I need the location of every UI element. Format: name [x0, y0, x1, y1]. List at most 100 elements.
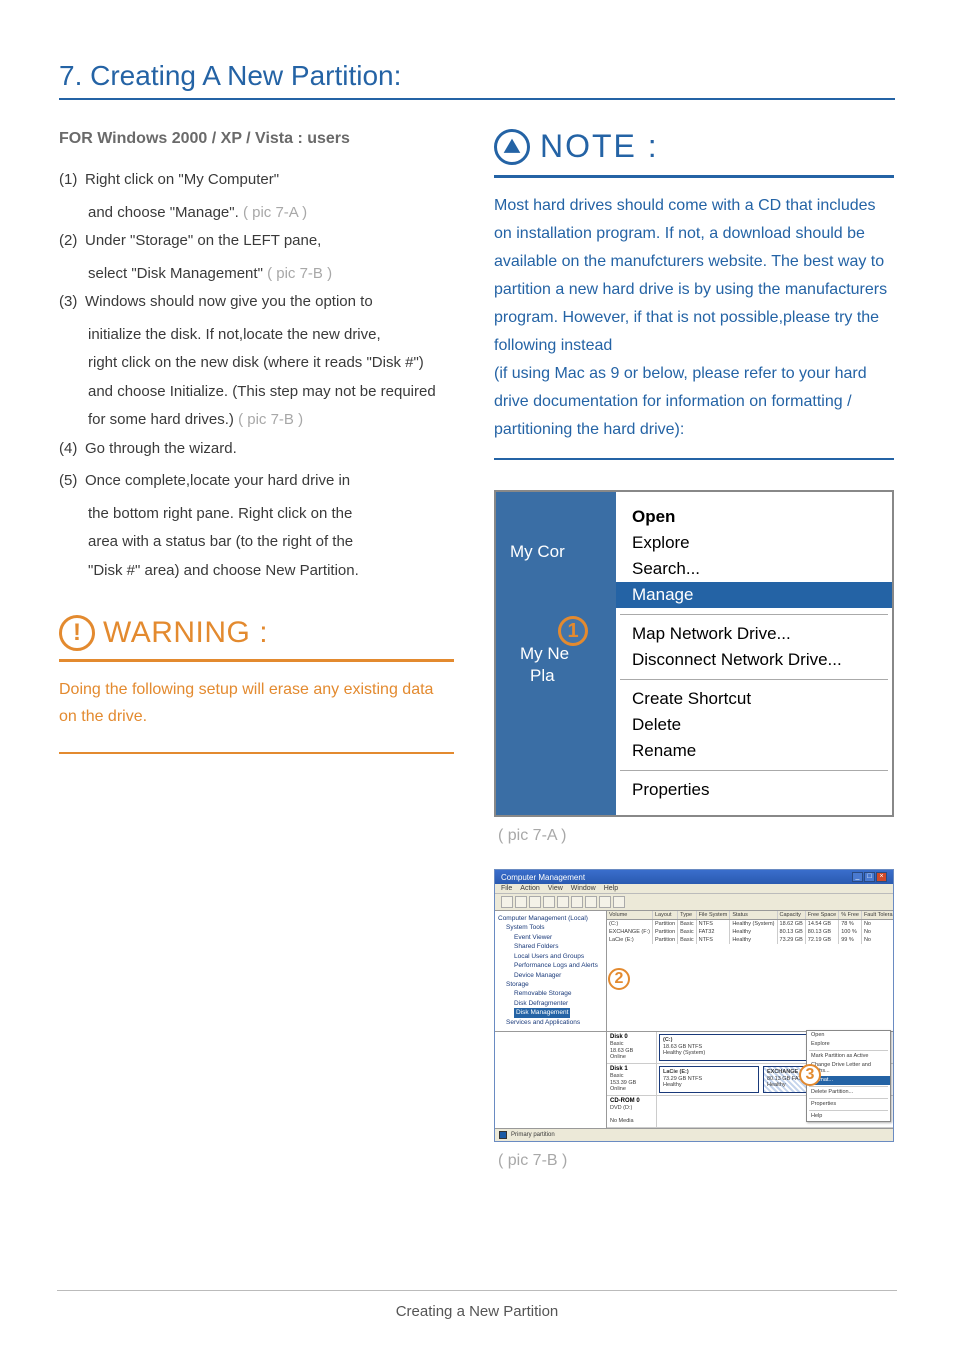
tree-item[interactable]: Computer Management (Local): [498, 914, 603, 923]
menu-separator: [620, 770, 888, 771]
cell: NTFS: [696, 936, 730, 944]
pic-ref: ( pic 7-A ): [243, 204, 307, 221]
step-num: (1): [59, 166, 85, 195]
desktop-icon-label: Pla: [510, 666, 616, 686]
note-header: NOTE :: [494, 128, 894, 165]
menu-view[interactable]: View: [548, 885, 563, 892]
desktop-icon-label: My Cor: [510, 542, 616, 562]
cell: No: [861, 928, 893, 936]
warning-title: WARNING :: [103, 616, 268, 650]
col-header[interactable]: Capacity: [777, 911, 805, 920]
menu-file[interactable]: File: [501, 885, 512, 892]
tree-item[interactable]: Disk Defragmenter: [498, 999, 603, 1008]
figure-7a: My Cor My Ne Pla 1 Open Explore Search..…: [494, 490, 894, 817]
disk-partitions-col: Disk 0 Basic 18.63 GB Online (C:) 18.63 …: [607, 1032, 893, 1128]
close-button[interactable]: ×: [876, 872, 887, 882]
toolbar-button[interactable]: [585, 896, 597, 908]
ctx-delete-partition[interactable]: Delete Partition...: [807, 1088, 890, 1097]
ctx-help[interactable]: Help: [807, 1112, 890, 1121]
toolbar-button[interactable]: [501, 896, 513, 908]
menu-action[interactable]: Action: [520, 885, 539, 892]
cell: Partition: [652, 928, 677, 936]
toolbar-button[interactable]: [529, 896, 541, 908]
disk-name: Disk 0: [610, 1034, 628, 1040]
tree-item[interactable]: System Tools: [498, 923, 603, 932]
tree-item[interactable]: Storage: [498, 980, 603, 989]
menu-item-create-shortcut[interactable]: Create Shortcut: [616, 686, 892, 712]
menu-item-properties[interactable]: Properties: [616, 777, 892, 803]
col-header[interactable]: Layout: [652, 911, 677, 920]
note-text: Most hard drives should come with a CD t…: [494, 192, 894, 444]
cell: 18.62 GB: [777, 920, 805, 929]
table-row[interactable]: EXCHANGE (F:)PartitionBasicFAT32Healthy8…: [607, 928, 893, 936]
menu-help[interactable]: Help: [604, 885, 618, 892]
maximize-button[interactable]: □: [864, 872, 875, 882]
disk-state: Online: [610, 1054, 626, 1060]
step-text: Go through the wizard.: [85, 440, 237, 457]
cell: No: [861, 920, 893, 929]
tree-item[interactable]: Shared Folders: [498, 942, 603, 951]
tree-pane: Computer Management (Local)System ToolsE…: [495, 911, 607, 1031]
tree-item[interactable]: Removable Storage: [498, 989, 603, 998]
tree-item[interactable]: Services and Applications: [498, 1018, 603, 1027]
toolbar-button[interactable]: [571, 896, 583, 908]
menu-item-open[interactable]: Open: [616, 504, 892, 530]
cell: 73.29 GB: [777, 936, 805, 944]
ctx-open[interactable]: Open: [807, 1031, 890, 1040]
menu-item-explore[interactable]: Explore: [616, 530, 892, 556]
menu-item-search[interactable]: Search...: [616, 556, 892, 582]
tree-item[interactable]: Performance Logs and Alerts: [498, 961, 603, 970]
step-3-e: for some hard drives.) ( pic 7-B ): [59, 406, 454, 435]
col-header[interactable]: Type: [678, 911, 696, 920]
col-header[interactable]: Free Space: [805, 911, 838, 920]
step-text: and choose "Manage".: [88, 204, 239, 221]
note-title: NOTE :: [540, 128, 659, 165]
legend: Primary partition: [495, 1128, 893, 1141]
step-3-d: and choose Initialize. (This step may no…: [59, 378, 454, 407]
cell: FAT32: [696, 928, 730, 936]
step-5-b: the bottom right pane. Right click on th…: [59, 500, 454, 529]
ctx-properties[interactable]: Properties: [807, 1100, 890, 1109]
ctx-explore[interactable]: Explore: [807, 1040, 890, 1049]
legend-swatch: [499, 1131, 507, 1139]
figure-7b-caption: ( pic 7-B ): [498, 1152, 894, 1170]
desktop-icon-label: My Ne: [510, 644, 616, 664]
partition-name: LaCie (E:): [663, 1069, 689, 1075]
menu-item-disconnect-drive[interactable]: Disconnect Network Drive...: [616, 647, 892, 673]
col-header[interactable]: Status: [730, 911, 777, 920]
partition[interactable]: LaCie (E:) 73.29 GB NTFS Healthy: [659, 1066, 759, 1093]
tree-item[interactable]: Device Manager: [498, 971, 603, 980]
menu-window[interactable]: Window: [571, 885, 596, 892]
tree-item[interactable]: Disk Management: [498, 1008, 603, 1017]
toolbar-button[interactable]: [613, 896, 625, 908]
menu-item-manage[interactable]: Manage: [616, 582, 892, 608]
toolbar-button[interactable]: [599, 896, 611, 908]
col-header[interactable]: Fault Tolerance: [861, 911, 893, 920]
col-header[interactable]: % Free: [839, 911, 862, 920]
cell: 80.13 GB: [777, 928, 805, 936]
step-num: (5): [59, 467, 85, 496]
table-row[interactable]: LaCie (E:)PartitionBasicNTFSHealthy73.29…: [607, 936, 893, 944]
tree-item[interactable]: Local Users and Groups: [498, 952, 603, 961]
menu-item-rename[interactable]: Rename: [616, 738, 892, 764]
disk-kind: Basic: [610, 1073, 623, 1079]
tree-item[interactable]: Event Viewer: [498, 933, 603, 942]
menu-item-map-drive[interactable]: Map Network Drive...: [616, 621, 892, 647]
exclamation-icon: !: [59, 615, 95, 651]
disk-name: Disk 1: [610, 1066, 628, 1072]
window-titlebar: Computer Management _ □ ×: [495, 870, 893, 884]
toolbar-button[interactable]: [557, 896, 569, 908]
toolbar-button[interactable]: [515, 896, 527, 908]
step-text: Under "Storage" on the LEFT pane,: [85, 232, 321, 249]
minimize-button[interactable]: _: [852, 872, 863, 882]
menu-separator: [809, 1050, 888, 1051]
table-row[interactable]: (C:)PartitionBasicNTFSHealthy (System)18…: [607, 920, 893, 929]
toolbar-button[interactable]: [543, 896, 555, 908]
ctx-mark-active[interactable]: Mark Partition as Active: [807, 1052, 890, 1061]
disk-labels-col: [495, 1032, 607, 1128]
menu-item-delete[interactable]: Delete: [616, 712, 892, 738]
col-header[interactable]: Volume: [607, 911, 652, 920]
cell: Basic: [678, 936, 696, 944]
page-heading: 7. Creating A New Partition:: [59, 60, 895, 92]
col-header[interactable]: File System: [696, 911, 730, 920]
